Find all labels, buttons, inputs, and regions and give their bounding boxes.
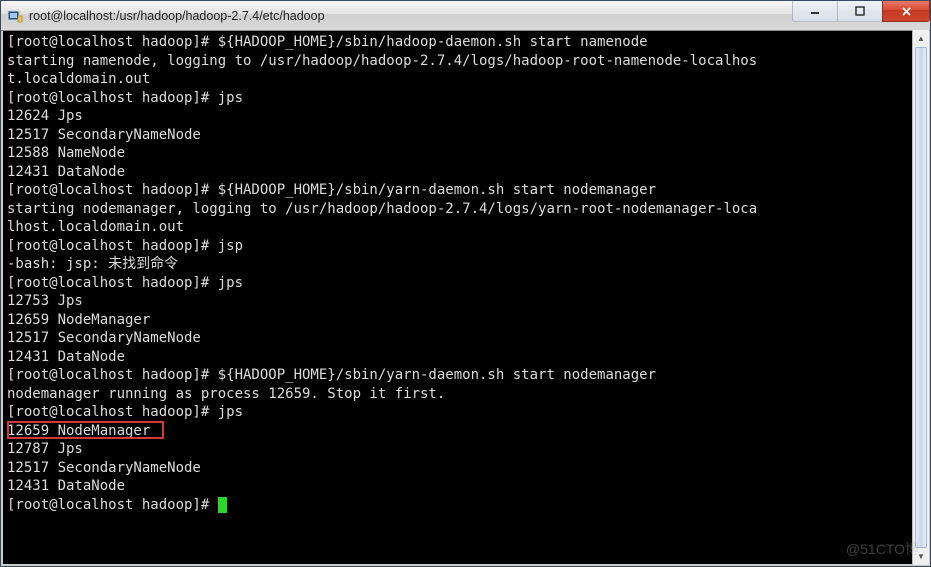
- terminal-line: 12588 NameNode: [7, 145, 125, 161]
- terminal-line: 12431 DataNode: [7, 164, 125, 180]
- close-button[interactable]: [882, 1, 930, 22]
- terminal-line: [root@localhost hadoop]# jsp: [7, 238, 243, 254]
- terminal-line: 12659 NodeManager: [7, 423, 159, 439]
- terminal-line: 12624 Jps: [7, 108, 83, 124]
- terminal-line: [root@localhost hadoop]# jps: [7, 404, 243, 420]
- terminal-line: 12517 SecondaryNameNode: [7, 460, 201, 476]
- vertical-scrollbar[interactable]: ▲ ▼: [912, 30, 929, 565]
- terminal-line: t.localdomain.out: [7, 71, 150, 87]
- terminal-line: 12659 NodeManager: [7, 312, 150, 328]
- scroll-up-icon[interactable]: ▲: [913, 30, 929, 47]
- terminal-line: [root@localhost hadoop]# jps: [7, 90, 243, 106]
- terminal-content: [root@localhost hadoop]# ${HADOOP_HOME}/…: [7, 33, 924, 514]
- terminal-viewport[interactable]: [root@localhost hadoop]# ${HADOOP_HOME}/…: [1, 31, 930, 566]
- terminal-line: 12753 Jps: [7, 293, 83, 309]
- terminal-line: 12517 SecondaryNameNode: [7, 330, 201, 346]
- terminal-line: [root@localhost hadoop]#: [7, 497, 227, 513]
- terminal-line: 12787 Jps: [7, 441, 83, 457]
- terminal-line: 12431 DataNode: [7, 478, 125, 494]
- scroll-thumb[interactable]: [915, 47, 927, 548]
- terminal-window: root@localhost:/usr/hadoop/hadoop-2.7.4/…: [0, 0, 931, 567]
- scroll-track[interactable]: [913, 47, 929, 548]
- terminal-line: lhost.localdomain.out: [7, 219, 184, 235]
- terminal-line: [root@localhost hadoop]# ${HADOOP_HOME}/…: [7, 182, 656, 198]
- terminal-line: starting namenode, logging to /usr/hadoo…: [7, 53, 757, 69]
- putty-icon: [7, 8, 23, 24]
- window-title: root@localhost:/usr/hadoop/hadoop-2.7.4/…: [29, 9, 793, 23]
- terminal-line: [root@localhost hadoop]# jps: [7, 275, 243, 291]
- window-buttons: [793, 1, 930, 30]
- terminal-line: starting nodemanager, logging to /usr/ha…: [7, 201, 757, 217]
- terminal-line: nodemanager running as process 12659. St…: [7, 386, 445, 402]
- terminal-line: -bash: jsp: 未找到命令: [7, 256, 178, 272]
- minimize-button[interactable]: [792, 1, 838, 22]
- terminal-line: 12431 DataNode: [7, 349, 125, 365]
- maximize-button[interactable]: [837, 1, 883, 22]
- titlebar[interactable]: root@localhost:/usr/hadoop/hadoop-2.7.4/…: [1, 1, 930, 31]
- terminal-line: [root@localhost hadoop]# ${HADOOP_HOME}/…: [7, 367, 656, 383]
- cursor: [218, 497, 227, 513]
- terminal-line: [root@localhost hadoop]# ${HADOOP_HOME}/…: [7, 34, 648, 50]
- scroll-down-icon[interactable]: ▼: [913, 548, 929, 565]
- terminal-line: 12517 SecondaryNameNode: [7, 127, 201, 143]
